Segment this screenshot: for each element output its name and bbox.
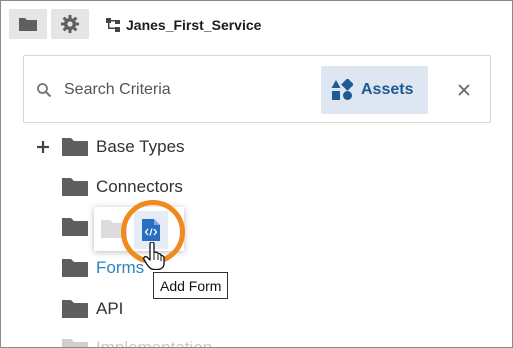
folder-icon — [62, 218, 88, 236]
assets-button[interactable]: Assets — [321, 66, 428, 114]
gear-icon — [61, 15, 79, 33]
asset-browser-window: Janes_First_Service Assets — [0, 0, 513, 348]
assets-label: Assets — [361, 81, 414, 98]
close-search-button[interactable] — [454, 80, 474, 100]
folder-icon — [62, 339, 88, 347]
service-tree-icon — [106, 18, 120, 32]
tree-item-label: API — [96, 299, 124, 318]
hand-cursor-icon — [143, 242, 165, 270]
folder-icon — [62, 300, 88, 318]
close-icon — [458, 84, 470, 96]
folder-icon — [19, 18, 37, 31]
search-panel: Assets — [23, 55, 491, 123]
expand-icon[interactable] — [35, 135, 51, 159]
folder-icon — [62, 259, 88, 277]
service-title: Janes_First_Service — [126, 17, 262, 33]
settings-button[interactable] — [51, 9, 89, 39]
top-toolbar: Janes_First_Service — [1, 1, 512, 47]
tree-item-label: Implementation — [96, 338, 213, 348]
search-input[interactable] — [64, 78, 314, 102]
folder-icon — [62, 138, 88, 156]
folder-icon — [62, 178, 88, 196]
tree-item-label: Connectors — [96, 177, 183, 196]
tree-item-label: Base Types — [96, 137, 185, 156]
search-icon — [37, 83, 52, 98]
add-form-tooltip: Add Form — [153, 272, 229, 299]
folder-view-button[interactable] — [9, 9, 47, 39]
tree-item-label: Forms — [96, 258, 145, 277]
assets-shapes-icon — [331, 79, 353, 100]
service-breadcrumb[interactable]: Janes_First_Service — [105, 15, 261, 35]
